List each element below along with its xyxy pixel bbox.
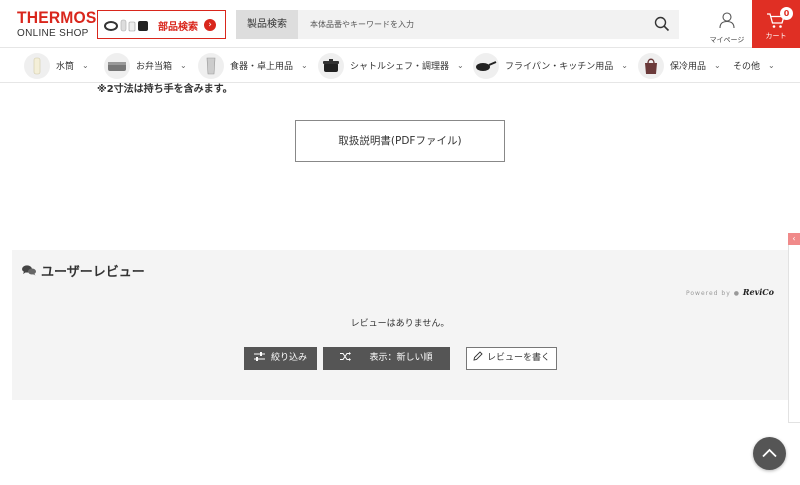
revico-logo-icon: ●	[733, 290, 740, 297]
pot-icon	[318, 52, 344, 79]
shuffle-icon	[340, 352, 352, 361]
parts-thumbnail-icon	[104, 19, 148, 32]
product-search-tab[interactable]: 製品検索	[236, 10, 298, 39]
write-review-button[interactable]: レビューを書く	[466, 347, 557, 370]
parts-search-label: 部品検索	[158, 22, 198, 33]
user-reviews-section: ユーザーレビュー Powered by ● ReviCo レビューはありません。…	[12, 250, 788, 400]
cart-label: カート	[765, 32, 787, 40]
no-reviews-message: レビューはありません。	[350, 319, 450, 329]
category-cooler[interactable]: 保冷用品 ⌄	[638, 52, 721, 79]
category-label: シャトルシェフ・調理器	[350, 62, 450, 72]
category-label: 食器・卓上用品	[230, 62, 294, 72]
filter-button[interactable]: 絞り込み	[244, 347, 317, 370]
filter-button-label: 絞り込み	[270, 353, 307, 363]
mypage-link[interactable]: マイページ	[706, 12, 748, 45]
chevron-down-icon: ⌄	[180, 61, 187, 70]
bottle-icon	[24, 52, 50, 79]
category-lunchbox[interactable]: お弁当箱 ⌄	[104, 52, 187, 79]
site-header: THERMOS ONLINE SHOP 部品検索 › 製品検索 マイページ 0	[0, 0, 800, 48]
write-review-label: レビューを書く	[486, 353, 550, 363]
chevron-down-icon: ⌄	[714, 61, 721, 70]
revico-brand: ReviCo	[742, 287, 774, 297]
user-icon	[719, 12, 735, 29]
chevron-down-icon: ⌄	[301, 61, 308, 70]
dimension-note: ※2寸法は持ち手を含みます。	[97, 84, 233, 95]
sort-button[interactable]: 表示：新しい順	[323, 347, 450, 370]
search-input[interactable]	[298, 10, 679, 39]
frypan-icon	[473, 52, 499, 79]
search-icon[interactable]	[654, 16, 670, 32]
category-label: フライパン・キッチン用品	[505, 62, 614, 72]
category-nav: 水筒 ⌄ お弁当箱 ⌄ 食器・卓上用品 ⌄ シャトルシェフ・調理器 ⌄ フライパ…	[0, 48, 800, 83]
reviews-title: ユーザーレビュー	[41, 265, 145, 280]
chevron-up-icon	[762, 448, 777, 458]
category-bottle[interactable]: 水筒 ⌄	[24, 52, 89, 79]
category-label: その他	[733, 62, 761, 72]
logo-sub-text: ONLINE SHOP	[17, 28, 89, 39]
category-label: 保冷用品	[670, 62, 707, 72]
lunchbox-icon	[104, 52, 130, 79]
chat-bubbles-icon	[22, 265, 36, 276]
manual-pdf-button[interactable]: 取扱説明書(PDFファイル)	[295, 120, 505, 162]
category-cookware[interactable]: シャトルシェフ・調理器 ⌄	[318, 52, 464, 79]
cart-count-badge: 0	[780, 7, 793, 20]
category-tableware[interactable]: 食器・卓上用品 ⌄	[198, 52, 308, 79]
chevron-left-icon[interactable]: ‹	[788, 233, 800, 245]
parts-search-button[interactable]: 部品検索 ›	[97, 10, 226, 39]
category-label: お弁当箱	[136, 62, 173, 72]
thermos-logo[interactable]: THERMOS ONLINE SHOP	[17, 8, 97, 40]
chevron-right-icon: ›	[204, 19, 216, 31]
coolerbag-icon	[638, 52, 664, 79]
logo-main-text: THERMOS	[17, 8, 97, 27]
powered-by: Powered by ● ReviCo	[686, 287, 774, 297]
chevron-down-icon: ⌄	[82, 61, 89, 70]
chevron-down-icon: ⌄	[768, 61, 775, 70]
mypage-label: マイページ	[709, 36, 745, 44]
tumbler-icon	[198, 52, 224, 79]
category-fryingpan[interactable]: フライパン・キッチン用品 ⌄	[473, 52, 628, 79]
chevron-down-icon: ⌄	[621, 61, 628, 70]
back-to-top-button[interactable]	[753, 437, 786, 470]
filter-sliders-icon	[253, 352, 265, 361]
cart-button[interactable]: 0 カート	[752, 0, 800, 48]
pencil-icon	[473, 351, 483, 361]
powered-by-label: Powered by	[685, 290, 731, 297]
category-label: 水筒	[56, 62, 75, 72]
reviews-heading: ユーザーレビュー	[22, 261, 145, 280]
side-panel-tab[interactable]: ‹	[788, 233, 800, 423]
chevron-down-icon: ⌄	[457, 61, 464, 70]
category-other[interactable]: その他 ⌄	[733, 52, 775, 79]
sort-button-label: 表示：新しい順	[369, 353, 433, 363]
